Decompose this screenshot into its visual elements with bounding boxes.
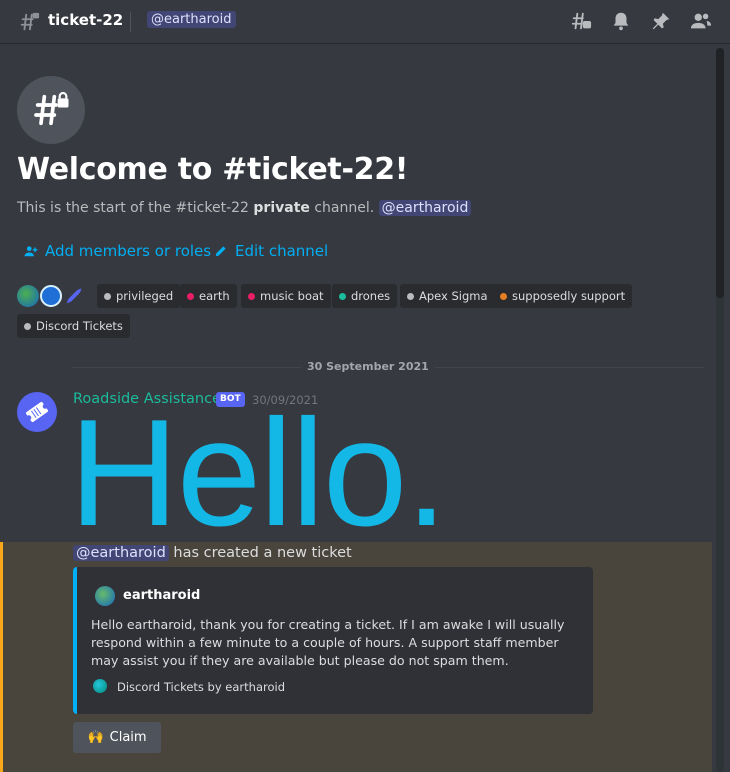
hello-image[interactable]: Hello. xyxy=(73,410,483,536)
welcome-sub-bold: private xyxy=(253,200,310,216)
welcome-subtitle: This is the start of the #ticket-22 priv… xyxy=(17,200,472,216)
message-timestamp[interactable]: 30/09/2021 xyxy=(252,393,318,407)
role-name: supposedly support xyxy=(512,289,626,303)
channel-name: ticket-22 xyxy=(48,11,124,29)
role-name: privileged xyxy=(116,289,174,303)
role-color-dot xyxy=(104,292,111,300)
edit-channel-button[interactable]: Edit channel xyxy=(214,242,328,260)
message-author[interactable]: Roadside Assistance xyxy=(73,391,221,407)
welcome-title: Welcome to #ticket-22! xyxy=(17,152,409,187)
channel-topic-mention[interactable]: @eartharoid xyxy=(147,11,236,28)
bot-avatar[interactable] xyxy=(40,285,62,307)
add-member-icon xyxy=(24,246,38,257)
role-color-dot xyxy=(248,292,255,300)
pencil-icon xyxy=(215,246,226,257)
role-color-dot xyxy=(24,322,31,330)
bell-icon[interactable] xyxy=(610,10,632,32)
bot-avatar[interactable] xyxy=(17,392,57,432)
role-pill[interactable]: privileged xyxy=(97,284,181,308)
role-name: drones xyxy=(351,289,391,303)
earth-avatar[interactable] xyxy=(17,285,39,307)
role-color-dot xyxy=(339,292,346,300)
private-channel-large-icon xyxy=(34,92,69,126)
user-mention[interactable]: @eartharoid xyxy=(73,545,169,561)
ticket-icon xyxy=(25,401,49,423)
claim-button[interactable]: 🙌 Claim xyxy=(73,722,161,753)
threads-icon[interactable] xyxy=(570,10,592,32)
scrollbar-thumb[interactable] xyxy=(716,48,724,298)
role-color-dot xyxy=(407,292,414,300)
role-pill[interactable]: drones xyxy=(332,284,398,308)
role-color-dot xyxy=(187,292,194,300)
channel-avatar xyxy=(17,76,85,144)
raised-hands-icon: 🙌 xyxy=(87,730,104,745)
pin-icon[interactable] xyxy=(650,10,672,32)
bot-tag: BOT xyxy=(216,392,245,407)
role-pill[interactable]: supposedly support xyxy=(493,284,633,308)
role-name: Discord Tickets xyxy=(36,319,123,333)
ticket-created-text: @eartharoid has created a new ticket xyxy=(73,545,352,561)
header-divider xyxy=(130,12,131,32)
embed-author-avatar xyxy=(95,586,115,606)
role-pill[interactable]: music boat xyxy=(241,284,331,308)
created-text: has created a new ticket xyxy=(173,545,352,561)
add-members-button[interactable]: Add members or roles xyxy=(24,242,211,260)
role-pill[interactable]: Discord Tickets xyxy=(17,314,130,338)
role-pill[interactable]: earth xyxy=(180,284,237,308)
edit-channel-label: Edit channel xyxy=(235,242,329,260)
message-embed: eartharoid Hello eartharoid, thank you f… xyxy=(73,567,593,714)
embed-author: eartharoid xyxy=(123,588,201,603)
embed-description: Hello eartharoid, thank you for creating… xyxy=(91,617,565,668)
channel-header: ticket-22 @eartharoid xyxy=(0,0,730,44)
role-name: earth xyxy=(199,289,230,303)
private-channel-icon xyxy=(20,12,40,31)
hello-image-text: Hello. xyxy=(73,410,446,536)
rocket-icon xyxy=(66,288,82,304)
claim-label: Claim xyxy=(109,730,147,745)
role-name: music boat xyxy=(260,289,324,303)
role-color-dot xyxy=(500,292,507,300)
rocket-avatar[interactable] xyxy=(63,285,85,307)
embed-footer-icon xyxy=(93,679,107,693)
welcome-sub-suffix: channel. xyxy=(314,200,375,216)
embed-footer: Discord Tickets by eartharoid xyxy=(117,680,286,694)
date-divider-label: 30 September 2021 xyxy=(301,360,435,373)
welcome-sub-prefix: This is the start of the #ticket-22 xyxy=(17,200,249,216)
add-members-label: Add members or roles xyxy=(45,242,212,260)
role-name: Apex Sigma xyxy=(419,289,488,303)
member-avatars xyxy=(17,283,86,309)
user-mention[interactable]: @eartharoid xyxy=(378,200,472,216)
role-pill[interactable]: Apex Sigma xyxy=(400,284,495,308)
members-icon[interactable] xyxy=(690,10,712,32)
